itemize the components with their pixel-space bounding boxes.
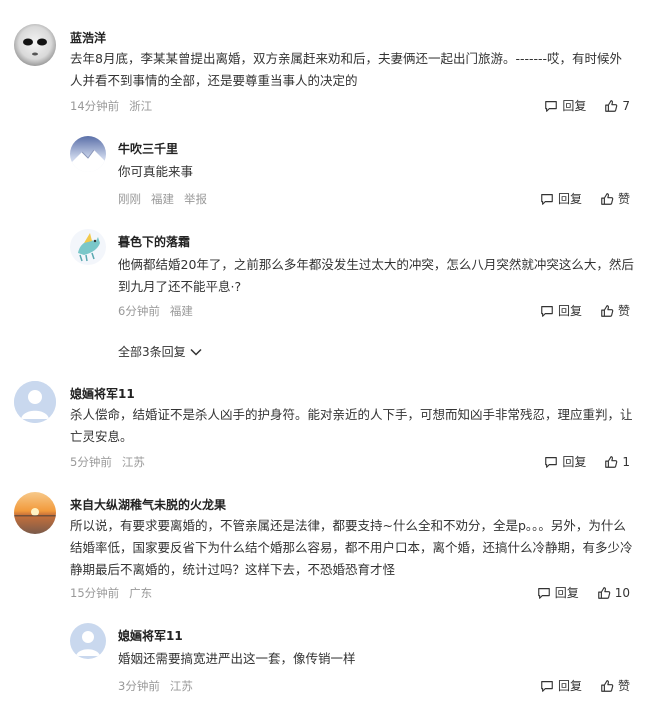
avatar-image bbox=[70, 229, 106, 265]
default-avatar-icon bbox=[14, 381, 56, 423]
like-button[interactable]: 赞 bbox=[600, 677, 630, 694]
commenter-name[interactable]: 来自大纵湖稚气未脱的火龙果 bbox=[70, 496, 226, 513]
reply-location: 福建 bbox=[169, 304, 193, 318]
reply-text: 婚姻还需要搞宽进严出这一套，像传销一样 bbox=[118, 651, 356, 666]
like-label: 赞 bbox=[617, 679, 630, 693]
avatar-image bbox=[70, 136, 106, 172]
reply-label: 回复 bbox=[557, 679, 582, 693]
reply-actions: 回复 赞 bbox=[540, 677, 630, 694]
reply-location: 福建 bbox=[151, 192, 174, 206]
reply-icon bbox=[541, 305, 553, 317]
reply-button[interactable]: 回复 bbox=[540, 190, 582, 207]
comment-actions: 回复 10 bbox=[537, 584, 630, 601]
thumbs-up-icon bbox=[597, 586, 611, 599]
reply-label: 回复 bbox=[562, 99, 587, 113]
reply-button[interactable]: 回复 bbox=[540, 677, 582, 694]
commenter-name[interactable]: 蓝浩洋 bbox=[70, 29, 106, 46]
expand-replies-label: 全部3条回复 bbox=[118, 345, 186, 359]
comment-location: 广东 bbox=[129, 586, 153, 600]
reply-text: 他俩都结婚20年了，之前那么多年都没发生过太大的冲突，怎么八月突然就冲突这么大，… bbox=[118, 254, 638, 298]
comment-location: 浙江 bbox=[129, 99, 153, 113]
reply-text-line: 到九月了还不能平息·? bbox=[118, 279, 242, 294]
like-button[interactable]: 7 bbox=[604, 99, 630, 113]
comment-actions: 回复 1 bbox=[544, 453, 630, 470]
comment-meta: 15分钟前 广东 bbox=[70, 585, 152, 601]
comment-time: 15分钟前 bbox=[70, 586, 120, 600]
reply-actions: 回复 赞 bbox=[540, 302, 630, 319]
comment-text: 去年8月底，李某某曾提出离婚，双方亲属赶来劝和后，夫妻俩还一起出门旅游。----… bbox=[70, 48, 640, 92]
avatar[interactable] bbox=[14, 24, 56, 66]
comment-actions: 回复 7 bbox=[544, 97, 630, 114]
comment-meta: 14分钟前 浙江 bbox=[70, 98, 152, 114]
reply-icon bbox=[545, 456, 558, 468]
comment-time: 14分钟前 bbox=[70, 99, 120, 113]
like-count: 1 bbox=[622, 454, 630, 469]
commenter-name[interactable]: 牛吹三千里 bbox=[118, 140, 178, 157]
like-count: 10 bbox=[614, 585, 630, 600]
comment-text-line: 静期最后不离婚的，统计过吗？这样下去，不恐婚恐育才怪 bbox=[70, 562, 396, 577]
reply-location: 江苏 bbox=[169, 679, 193, 693]
like-button[interactable]: 赞 bbox=[600, 190, 630, 207]
reply-meta: 刚刚 福建 举报 bbox=[118, 191, 207, 207]
like-label: 赞 bbox=[617, 192, 630, 206]
avatar[interactable] bbox=[14, 492, 56, 534]
avatar-image bbox=[14, 492, 56, 534]
reply-button[interactable]: 回复 bbox=[544, 97, 586, 114]
comment-meta: 5分钟前 江苏 bbox=[70, 454, 145, 470]
reply-icon bbox=[545, 100, 558, 112]
reply-actions: 回复 赞 bbox=[540, 190, 630, 207]
avatar[interactable] bbox=[70, 229, 106, 265]
reply-button[interactable]: 回复 bbox=[544, 453, 586, 470]
comment-time: 5分钟前 bbox=[70, 455, 112, 469]
reply-button[interactable]: 回复 bbox=[540, 302, 582, 319]
comment-text-line: 亡灵安息。 bbox=[70, 429, 133, 444]
like-count: 7 bbox=[622, 98, 630, 113]
reply-label: 回复 bbox=[557, 192, 582, 206]
commenter-name[interactable]: 媳婳将军11 bbox=[118, 627, 183, 644]
reply-label: 回复 bbox=[554, 586, 579, 600]
comment-text-line: 结婚率低，国家要反省下为什么结个婚那么容易，都不用户口本，离个婚，还搞什么冷静期… bbox=[70, 540, 633, 555]
default-avatar-icon bbox=[70, 623, 106, 659]
chevron-down-icon bbox=[190, 348, 202, 356]
like-button[interactable]: 1 bbox=[604, 455, 630, 469]
avatar[interactable] bbox=[70, 136, 106, 172]
reply-meta: 3分钟前 江苏 bbox=[118, 678, 193, 694]
reply-time: 6分钟前 bbox=[118, 304, 160, 318]
reply-button[interactable]: 回复 bbox=[537, 584, 579, 601]
thumbs-up-icon bbox=[601, 192, 614, 205]
reply-time: 3分钟前 bbox=[118, 679, 160, 693]
reply-icon bbox=[537, 587, 550, 599]
reply-text-line: 他俩都结婚20年了，之前那么多年都没发生过太大的冲突，怎么八月突然就冲突这么大，… bbox=[118, 257, 634, 272]
commenter-name[interactable]: 暮色下的落霜 bbox=[118, 233, 190, 250]
comment-text-line: 去年8月底，李某某曾提出离婚，双方亲属赶来劝和后，夫妻俩还一起出门旅游。----… bbox=[70, 51, 623, 66]
reply-icon bbox=[541, 193, 553, 205]
thumbs-up-icon bbox=[601, 679, 614, 692]
thumbs-up-icon bbox=[605, 455, 618, 468]
thumbs-up-icon bbox=[601, 304, 614, 317]
expand-replies-button[interactable]: 全部3条回复 bbox=[118, 343, 202, 360]
comment-location: 江苏 bbox=[121, 455, 145, 469]
reply-label: 回复 bbox=[557, 304, 582, 318]
comment-text: 所以说，有要求要离婚的，不管亲属还是法律，都要支持~什么全和不劝分，全是p。。。… bbox=[70, 515, 640, 581]
avatar[interactable] bbox=[14, 381, 56, 423]
commenter-name[interactable]: 媳婳将军11 bbox=[70, 385, 135, 402]
comment-text-line: 所以说，有要求要离婚的，不管亲属还是法律，都要支持~什么全和不劝分，全是p。。。… bbox=[70, 518, 626, 533]
comment-list: 蓝浩洋 去年8月底，李某某曾提出离婚，双方亲属赶来劝和后，夫妻俩还一起出门旅游。… bbox=[0, 0, 660, 707]
comment-text-line: 杀人偿命，结婚证不是杀人凶手的护身符。能对亲近的人下手，可想而知凶手非常残忍，理… bbox=[70, 407, 633, 422]
reply-label: 回复 bbox=[562, 455, 587, 469]
avatar[interactable] bbox=[70, 623, 106, 659]
like-button[interactable]: 10 bbox=[597, 586, 630, 600]
like-label: 赞 bbox=[617, 304, 630, 318]
reply-icon bbox=[541, 680, 553, 692]
reply-time: 刚刚 bbox=[118, 192, 141, 206]
report-link[interactable]: 举报 bbox=[184, 192, 207, 206]
thumbs-up-icon bbox=[605, 99, 618, 112]
reply-meta: 6分钟前 福建 bbox=[118, 303, 193, 319]
comment-text-line: 人并看不到事情的全部，还是要尊重当事人的决定的 bbox=[70, 73, 358, 88]
comment-text: 杀人偿命，结婚证不是杀人凶手的护身符。能对亲近的人下手，可想而知凶手非常残忍，理… bbox=[70, 404, 640, 448]
avatar-image bbox=[14, 24, 56, 66]
reply-text: 你可真能来事 bbox=[118, 164, 194, 179]
like-button[interactable]: 赞 bbox=[600, 302, 630, 319]
